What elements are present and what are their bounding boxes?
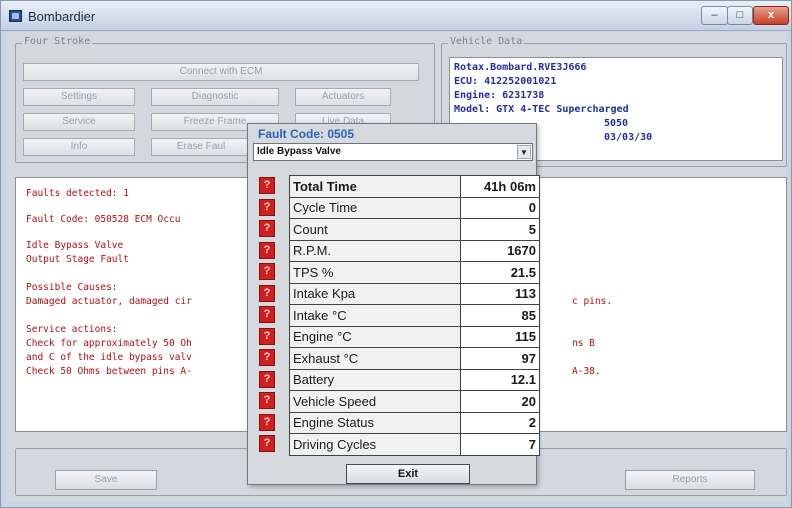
help-icon[interactable]: ? (259, 328, 275, 345)
service-actions-title: Service actions: (26, 324, 118, 335)
table-row: Intake °C 85 (288, 304, 540, 327)
param-name: Driving Cycles (288, 433, 462, 456)
param-name: Engine Status (288, 411, 462, 434)
help-icon[interactable]: ? (259, 220, 275, 237)
help-icon[interactable]: ? (259, 349, 275, 366)
four-stroke-label: Four Stroke (22, 36, 93, 47)
param-name: Intake °C (288, 304, 462, 327)
fault-code-dialog: Fault Code: 0505 Idle Bypass Valve ▼ ? ?… (247, 123, 540, 485)
faults-detected: Faults detected: 1 (26, 188, 129, 199)
param-name: Intake Kpa (288, 282, 462, 305)
fault-code-line: Fault Code: 050528 ECM Occu (26, 214, 181, 225)
param-name: R.P.M. (288, 239, 462, 262)
table-row: Battery 12.1 (288, 368, 540, 391)
table-row: Total Time 41h 06m (288, 175, 540, 198)
help-icon[interactable]: ? (259, 242, 275, 259)
help-icon[interactable]: ? (259, 435, 275, 452)
minimize-icon[interactable]: – (701, 6, 728, 25)
param-value: 2 (460, 411, 540, 434)
param-value: 20 (460, 390, 540, 413)
possible-causes-text: Damaged actuator, damaged cir (26, 296, 192, 307)
table-row: Engine °C 115 (288, 325, 540, 348)
fault-desc-1: Idle Bypass Valve (26, 240, 124, 251)
param-name: Exhaust °C (288, 347, 462, 370)
settings-button[interactable]: Settings (23, 88, 135, 106)
param-name: Battery (288, 368, 462, 391)
help-icon[interactable]: ? (259, 371, 275, 388)
param-value: 41h 06m (460, 175, 540, 198)
param-value: 21.5 (460, 261, 540, 284)
table-row: R.P.M. 1670 (288, 239, 540, 262)
table-row: Count 5 (288, 218, 540, 241)
service-button[interactable]: Service (23, 113, 135, 131)
param-name: TPS % (288, 261, 462, 284)
fault-select[interactable]: Idle Bypass Valve ▼ (253, 143, 533, 161)
freeze-frame-table: Total Time 41h 06m Cycle Time 0 Count 5 R.P… (288, 175, 540, 456)
exit-button[interactable]: Exit (346, 464, 470, 484)
fault-desc-2: Output Stage Fault (26, 254, 129, 265)
table-row: Exhaust °C 97 (288, 347, 540, 370)
param-value: 12.1 (460, 368, 540, 391)
reports-button[interactable]: Reports (625, 470, 755, 490)
table-row: Vehicle Speed 20 (288, 390, 540, 413)
param-value: 5 (460, 218, 540, 241)
vehicle-line: Model: GTX 4-TEC Supercharged (454, 104, 629, 115)
dialog-title: Fault Code: 0505 (258, 127, 355, 141)
param-name: Engine °C (288, 325, 462, 348)
app-icon (9, 10, 22, 22)
param-name: Total Time (288, 175, 462, 198)
table-row: Driving Cycles 7 (288, 433, 540, 456)
table-row: Cycle Time 0 (288, 196, 540, 219)
param-value: 97 (460, 347, 540, 370)
param-value: 7 (460, 433, 540, 456)
help-icon[interactable]: ? (259, 199, 275, 216)
help-icon[interactable]: ? (259, 177, 275, 194)
app-window: Bombardier – □ x Four Stroke Connect wit… (0, 0, 792, 508)
help-icon[interactable]: ? (259, 414, 275, 431)
connect-ecm-button[interactable]: Connect with ECM (23, 63, 419, 81)
table-row: Intake Kpa 113 (288, 282, 540, 305)
vehicle-line: ECU: 412252001021 (454, 76, 557, 87)
vehicle-line: Engine: 6231738 (454, 90, 545, 101)
service-action-1: Check for approximately 50 Oh (26, 338, 192, 349)
help-icon[interactable]: ? (259, 306, 275, 323)
info-button[interactable]: Info (23, 138, 135, 156)
param-value: 85 (460, 304, 540, 327)
vehicle-line: Rotax.Bombard.RVE3J666 (454, 62, 587, 73)
service-action-3-tail: A-38. (572, 366, 601, 377)
chevron-down-icon[interactable]: ▼ (517, 145, 531, 159)
actuators-button[interactable]: Actuators (295, 88, 391, 106)
help-icon[interactable]: ? (259, 392, 275, 409)
maximize-icon[interactable]: □ (727, 6, 753, 25)
close-icon[interactable]: x (753, 6, 789, 25)
param-name: Count (288, 218, 462, 241)
possible-causes-title: Possible Causes: (26, 282, 118, 293)
param-name: Cycle Time (288, 196, 462, 219)
param-value: 0 (460, 196, 540, 219)
window-title: Bombardier (28, 9, 96, 24)
table-row: Engine Status 2 (288, 411, 540, 434)
param-name: Vehicle Speed (288, 390, 462, 413)
fault-select-value: Idle Bypass Valve (257, 146, 341, 157)
vehicle-data-label: Vehicle Data (448, 36, 525, 47)
param-value: 115 (460, 325, 540, 348)
help-icon[interactable]: ? (259, 263, 275, 280)
table-row: TPS % 21.5 (288, 261, 540, 284)
param-value: 1670 (460, 239, 540, 262)
erase-faults-button[interactable]: Erase Faul (151, 138, 251, 156)
help-icon[interactable]: ? (259, 285, 275, 302)
service-action-3: Check 50 Ohms between pins A- (26, 366, 192, 377)
service-action-2: and C of the idle bypass valv (26, 352, 192, 363)
possible-causes-tail: c pins. (572, 296, 613, 307)
service-action-1-tail: ns B (572, 338, 595, 349)
title-bar[interactable]: Bombardier – □ x (1, 1, 791, 31)
save-button[interactable]: Save (55, 470, 157, 490)
diagnostic-button[interactable]: Diagnostic (151, 88, 279, 106)
param-value: 113 (460, 282, 540, 305)
